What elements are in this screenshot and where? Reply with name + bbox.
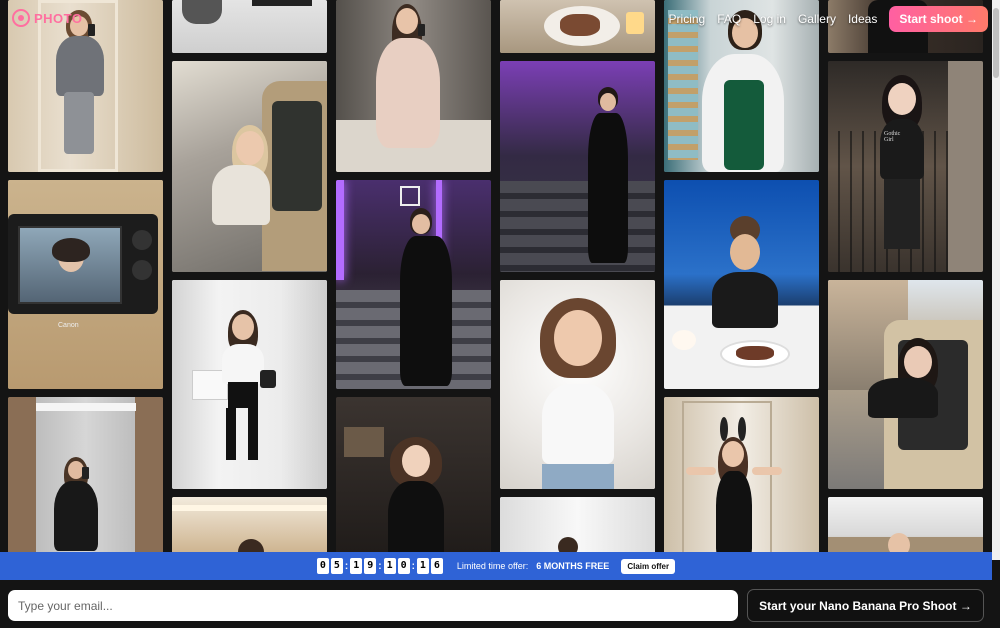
gallery-photo[interactable] xyxy=(336,397,491,560)
gallery-photo[interactable] xyxy=(500,61,655,272)
countdown-digit: 5 xyxy=(330,558,343,574)
gallery-photo[interactable] xyxy=(828,280,983,489)
gallery-photo[interactable]: Canon xyxy=(8,180,163,389)
countdown-separator: : xyxy=(378,560,382,572)
start-shoot-button[interactable]: Start shoot → xyxy=(889,6,988,32)
gallery-photo[interactable]: Gothic Girl xyxy=(828,61,983,272)
countdown-digit: 1 xyxy=(416,558,429,574)
nav-link-login[interactable]: Log in xyxy=(753,12,786,26)
gallery-photo[interactable] xyxy=(664,397,819,560)
gallery-photo[interactable] xyxy=(664,180,819,389)
top-nav: Pricing FAQ Log in Gallery Ideas Start s… xyxy=(669,6,988,32)
email-input[interactable] xyxy=(8,590,738,621)
countdown-digit: 1 xyxy=(350,558,363,574)
photo-gallery: Canon Gothic Girl xyxy=(0,0,992,560)
nav-link-faq[interactable]: FAQ xyxy=(717,12,741,26)
page-scrollbar[interactable] xyxy=(992,0,1000,560)
nav-link-gallery[interactable]: Gallery xyxy=(798,12,836,26)
gallery-photo[interactable] xyxy=(172,0,327,53)
offer-label: Limited time offer: xyxy=(456,561,529,571)
gallery-photo[interactable] xyxy=(336,180,491,389)
logo-text: PHOTO xyxy=(34,10,83,26)
countdown-digit: 0 xyxy=(316,558,329,574)
shirt-text: Gothic Girl xyxy=(884,131,901,143)
gallery-photo[interactable] xyxy=(500,0,655,53)
gallery-photo[interactable] xyxy=(8,397,163,555)
camera-brand-label: Canon xyxy=(58,322,79,329)
nav-link-pricing[interactable]: Pricing xyxy=(669,12,706,26)
landing-page: Canon Gothic Girl PHOTO Pricing FAQ Log … xyxy=(0,0,1000,628)
gallery-photo[interactable] xyxy=(172,280,327,489)
countdown-digit: 9 xyxy=(364,558,377,574)
gallery-photo[interactable] xyxy=(828,497,983,560)
countdown-digit: 0 xyxy=(397,558,410,574)
gallery-photo[interactable] xyxy=(336,0,491,172)
countdown-digit: 6 xyxy=(430,558,443,574)
logo-icon xyxy=(12,9,30,27)
gallery-photo[interactable] xyxy=(172,61,327,272)
start-nano-banana-shoot-button[interactable]: Start your Nano Banana Pro Shoot → xyxy=(747,589,984,622)
gallery-photo[interactable] xyxy=(172,497,327,560)
gallery-photo[interactable] xyxy=(500,497,655,560)
countdown-digit: 1 xyxy=(383,558,396,574)
offer-highlight: 6 MONTHS FREE xyxy=(536,561,610,571)
countdown-timer: 0 5 : 1 9 : 1 0 : 1 6 xyxy=(316,558,443,574)
signup-bar: Start your Nano Banana Pro Shoot → xyxy=(0,580,1000,628)
claim-offer-button[interactable]: Claim offer xyxy=(621,558,676,574)
scrollbar-thumb[interactable] xyxy=(993,8,999,78)
countdown-separator: : xyxy=(344,560,349,572)
countdown-separator: : xyxy=(411,560,415,572)
nav-link-ideas[interactable]: Ideas xyxy=(848,12,877,26)
offer-banner: 0 5 : 1 9 : 1 0 : 1 6 Limited time offer… xyxy=(0,552,992,580)
gallery-photo[interactable] xyxy=(500,280,655,489)
logo[interactable]: PHOTO xyxy=(12,9,83,27)
